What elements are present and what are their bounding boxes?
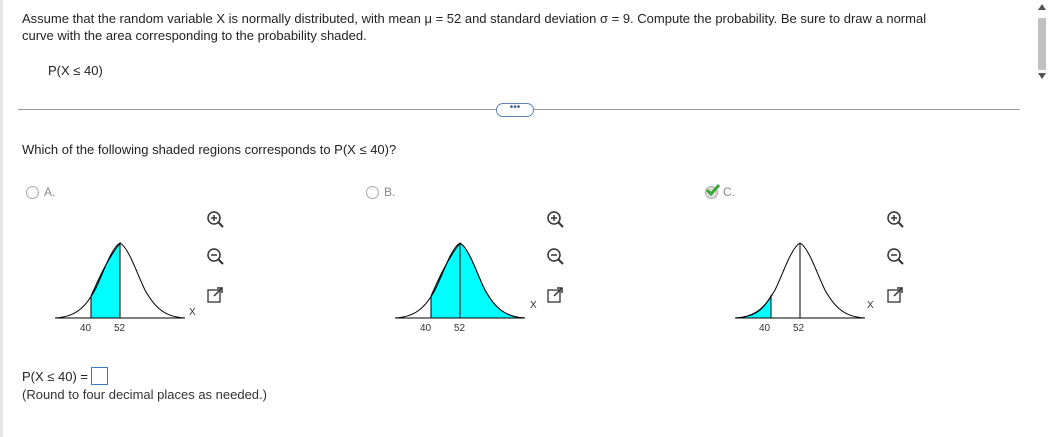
checkmark-icon	[705, 183, 721, 196]
radio-b[interactable]	[366, 185, 379, 199]
shaded-region-c	[735, 294, 772, 319]
answer-input[interactable]	[91, 367, 109, 385]
option-b-label: B.	[384, 185, 396, 199]
zoom-in-icon[interactable]	[206, 210, 224, 228]
tick-40-a: 40	[80, 323, 92, 334]
option-c-graph	[735, 242, 866, 319]
shaded-region-a	[90, 241, 121, 319]
option-a-graph	[55, 241, 186, 319]
axis-x-c: X	[867, 300, 874, 311]
radio-a[interactable]	[26, 185, 39, 199]
option-b-graph	[395, 242, 526, 319]
tick-40-b: 40	[420, 323, 432, 334]
option-c[interactable]: C.	[705, 183, 735, 199]
tick-40-c: 40	[759, 323, 771, 334]
option-a-label: A.	[44, 185, 56, 199]
zoom-in-icon[interactable]	[886, 210, 904, 228]
axis-x-b: X	[530, 300, 537, 311]
option-c-label: C.	[723, 185, 735, 199]
left-edge-strip	[0, 0, 3, 437]
zoom-out-icon[interactable]	[886, 247, 904, 265]
problem-line-1: Assume that the random variable X is nor…	[22, 11, 927, 26]
tick-52-b: 52	[454, 323, 466, 334]
answer-prefix: P(X ≤ 40) =	[22, 368, 89, 384]
option-a[interactable]: A.	[26, 185, 55, 199]
radio-c[interactable]	[705, 183, 721, 199]
option-b[interactable]: B.	[366, 185, 395, 199]
scroll-thumb[interactable]	[1038, 18, 1046, 70]
zoom-out-icon[interactable]	[206, 247, 224, 265]
open-external-icon[interactable]	[546, 286, 564, 304]
question-text: Which of the following shaded regions co…	[22, 142, 397, 157]
tick-52-a: 52	[114, 323, 126, 334]
more-button[interactable]: •••	[496, 103, 534, 117]
rounding-note: (Round to four decimal places as needed.…	[22, 387, 267, 402]
problem-statement: Assume that the random variable X is nor…	[22, 10, 1027, 44]
vertical-scrollbar[interactable]	[1035, 0, 1049, 437]
zoom-in-icon[interactable]	[546, 210, 564, 228]
open-external-icon[interactable]	[206, 286, 224, 304]
problem-line-2: curve with the area corresponding to the…	[22, 28, 367, 43]
open-external-icon[interactable]	[886, 286, 904, 304]
scroll-down-icon[interactable]	[1038, 72, 1046, 80]
given-probability: P(X ≤ 40)	[48, 63, 103, 78]
shaded-region-b	[430, 242, 526, 319]
axis-x-a: X	[189, 307, 196, 318]
zoom-out-icon[interactable]	[546, 247, 564, 265]
tick-52-c: 52	[793, 323, 805, 334]
scroll-up-icon[interactable]	[1038, 3, 1046, 11]
answer-row: P(X ≤ 40) =	[22, 367, 109, 385]
